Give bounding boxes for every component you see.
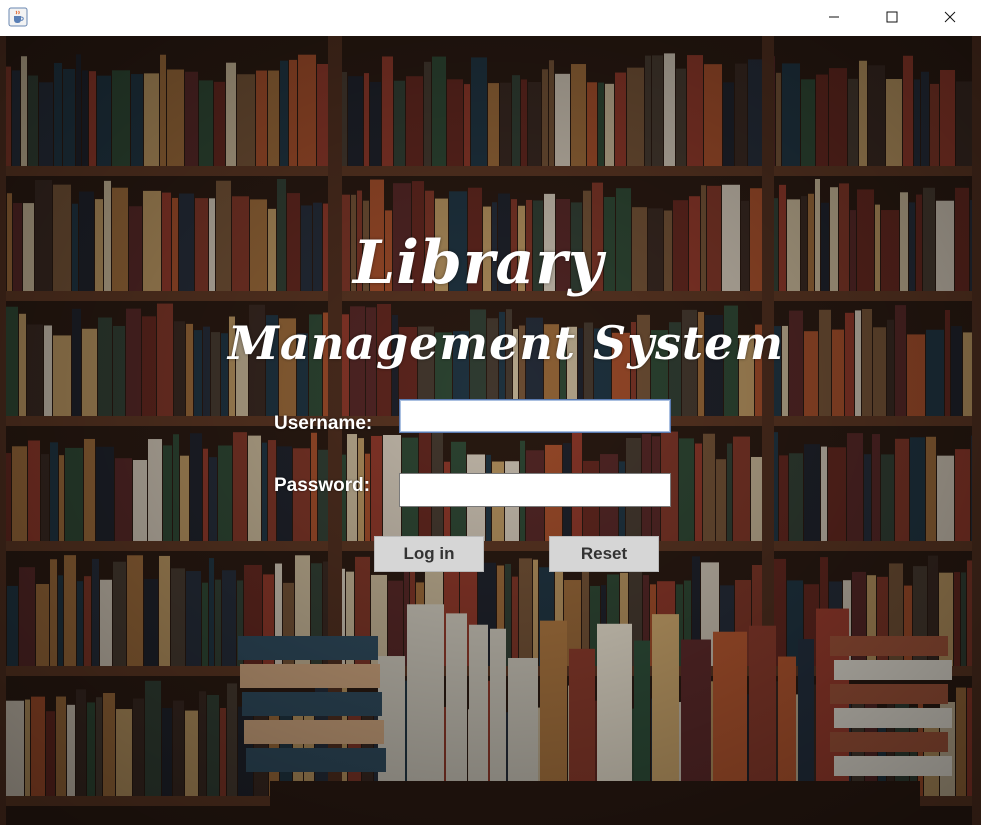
minimize-icon (829, 16, 839, 18)
login-button[interactable]: Log in (374, 536, 484, 572)
login-panel: Library Management System Username: Pass… (0, 36, 981, 825)
window-titlebar[interactable] (0, 0, 981, 36)
app-title-line1: Library (353, 228, 604, 298)
reset-button[interactable]: Reset (549, 536, 659, 572)
minimize-button[interactable] (805, 0, 863, 34)
java-cup-icon (8, 7, 28, 27)
username-label: Username: (274, 413, 373, 434)
password-label: Password: (274, 475, 371, 496)
maximize-icon (886, 11, 898, 23)
maximize-button[interactable] (863, 0, 921, 34)
close-button[interactable] (921, 0, 979, 34)
username-input[interactable] (399, 399, 671, 433)
app-title-line2: Management System (228, 316, 785, 370)
close-icon (944, 11, 956, 23)
password-input[interactable] (399, 473, 671, 507)
